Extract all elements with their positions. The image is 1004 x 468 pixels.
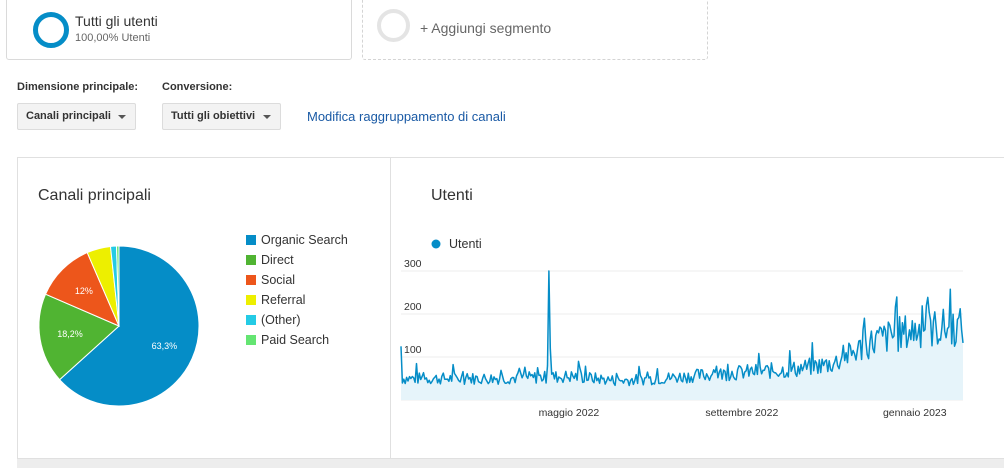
legend-swatch [246, 315, 256, 325]
edit-channel-grouping-link[interactable]: Modifica raggruppamento di canali [307, 109, 506, 124]
legend-label: Utenti [449, 237, 482, 251]
y-tick-label: 300 [404, 258, 422, 270]
segment-ring-icon [33, 12, 69, 48]
dimension-dropdown-value: Canali principali [26, 110, 111, 122]
legend-label: Paid Search [261, 333, 330, 347]
chevron-down-icon [118, 115, 126, 119]
legend-label: Social [261, 273, 296, 287]
table-header-strip [17, 459, 1004, 468]
pie-chart: 63,3% 18,2% 12% [38, 245, 200, 407]
empty-segment-ring-icon [377, 9, 410, 42]
legend-swatch [246, 275, 256, 285]
segment-title: Tutti gli utenti [75, 13, 158, 29]
dimension-dropdown[interactable]: Canali principali [17, 103, 136, 130]
pie-slice-data-label: 12% [75, 286, 93, 296]
pie-slice-data-label: 18,2% [57, 329, 83, 339]
legend-swatch [246, 335, 256, 345]
users-line-chart: Utenti 100 200 300 maggio 2022 settembre 2022… [400, 237, 964, 419]
segment-all-users[interactable]: Tutti gli utenti 100,00% Utenti [6, 0, 352, 60]
legend-swatch [246, 235, 256, 245]
conversion-dropdown[interactable]: Tutti gli obiettivi [162, 103, 281, 130]
legend-label: Organic Search [261, 233, 348, 247]
y-tick-label: 200 [404, 301, 422, 313]
y-tick-label: 100 [404, 344, 422, 356]
legend-label: (Other) [261, 313, 301, 327]
legend-label: Referral [261, 293, 306, 307]
pie-chart-title: Canali principali [38, 187, 151, 204]
x-tick-label: maggio 2022 [539, 407, 600, 419]
legend-dot [431, 239, 441, 249]
line-chart-title: Utenti [431, 187, 473, 204]
add-segment-button[interactable]: + Aggiungi segmento [362, 0, 708, 60]
dimension-label: Dimensione principale: [17, 81, 139, 93]
conversion-label: Conversione: [162, 81, 233, 93]
legend-label: Direct [261, 253, 294, 267]
pie-slice-data-label: 63,3% [152, 341, 178, 351]
add-segment-label: + Aggiungi segmento [420, 20, 552, 36]
chevron-down-icon [263, 115, 271, 119]
conversion-dropdown-value: Tutti gli obiettivi [171, 110, 256, 122]
segment-subtitle: 100,00% Utenti [75, 32, 151, 44]
x-tick-label: settembre 2022 [705, 407, 778, 419]
x-tick-label: gennaio 2023 [883, 407, 947, 419]
legend-swatch [246, 295, 256, 305]
legend-swatch [246, 255, 256, 265]
